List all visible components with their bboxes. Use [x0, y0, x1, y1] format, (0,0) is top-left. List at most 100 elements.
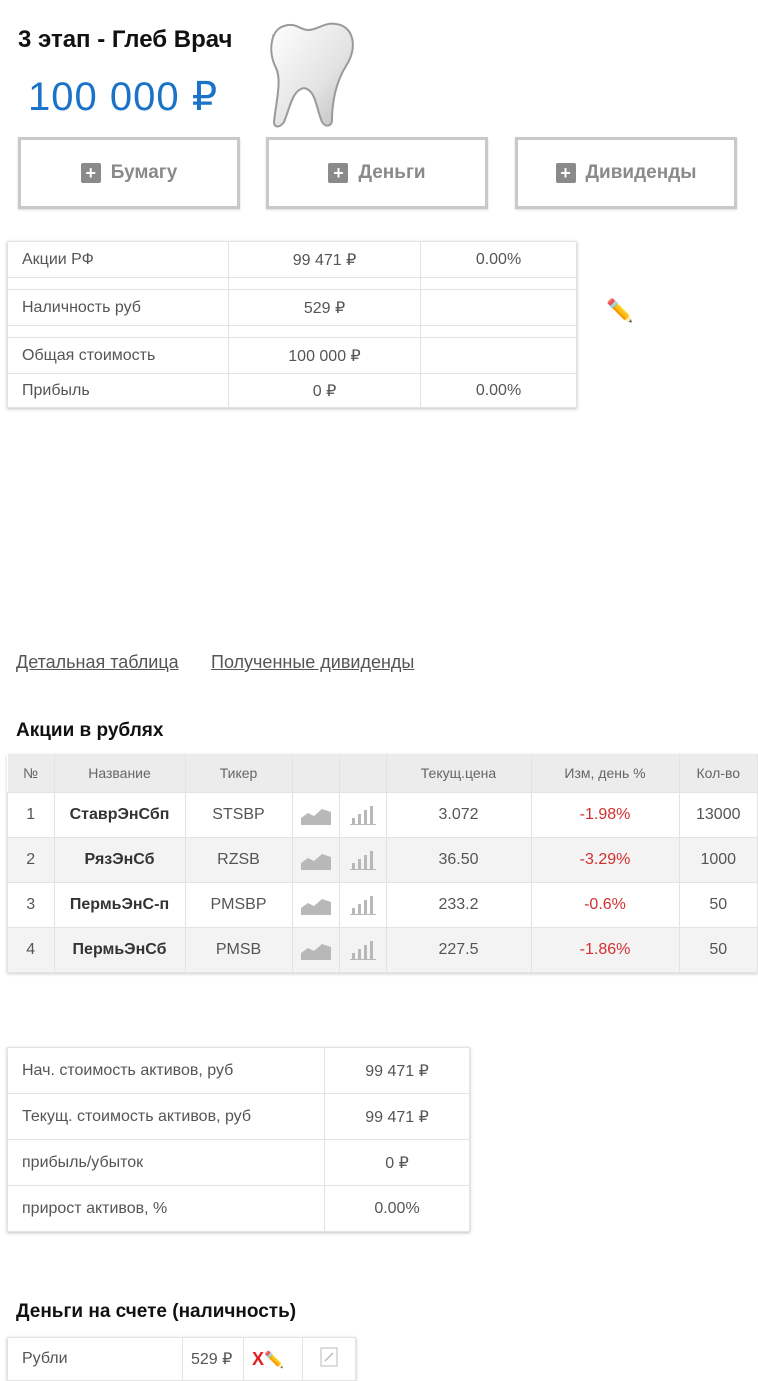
cash-actions: X✏️ — [243, 1337, 303, 1381]
stock-ticker: PMSBP — [184, 882, 293, 928]
stock-ticker: PMSB — [184, 927, 293, 973]
summary-label: Общая стоимость — [7, 337, 229, 374]
summary-spacer — [7, 277, 577, 290]
summary-value: 0 ₽ — [228, 373, 421, 408]
assets-row: Текущ. стоимость активов, руб 99 471 ₽ — [7, 1093, 470, 1140]
assets-table: Нач. стоимость активов, руб 99 471 ₽ Тек… — [7, 1047, 470, 1232]
tooth-icon — [270, 22, 354, 128]
summary-pct: 0.00% — [420, 373, 577, 408]
summary-pct: 0.00% — [420, 241, 577, 278]
bar-chart-icon[interactable] — [338, 927, 387, 973]
row-number: 2 — [7, 837, 55, 883]
received-dividends-link[interactable]: Полученные дивиденды — [211, 652, 414, 673]
bar-chart-icon[interactable] — [338, 837, 387, 883]
assets-row: Нач. стоимость активов, руб 99 471 ₽ — [7, 1047, 470, 1094]
summary-row: Наличность руб 529 ₽ — [7, 289, 577, 326]
cash-section-title: Деньги на счете (наличность) — [16, 1301, 297, 1322]
summary-label: Акции РФ — [7, 241, 229, 278]
stocks-header-row: № Название Тикер Текущ.цена Изм, день % … — [7, 754, 758, 793]
plus-icon: + — [555, 163, 576, 183]
col-header-chart — [292, 754, 340, 793]
stock-qty: 50 — [678, 882, 758, 928]
row-number: 3 — [7, 882, 55, 928]
assets-row: прибыль/убыток 0 ₽ — [7, 1139, 470, 1186]
summary-table: Акции РФ 99 471 ₽ 0.00% Наличность руб 5… — [7, 241, 577, 408]
table-row: 4 ПермьЭнСб PMSB 227.5 -1.86% 50 — [7, 927, 758, 973]
plus-icon: + — [328, 163, 349, 183]
stock-change: -1.98% — [530, 792, 680, 838]
assets-label: прибыль/убыток — [7, 1139, 325, 1186]
assets-label: Текущ. стоимость активов, руб — [7, 1093, 325, 1140]
note-icon[interactable] — [302, 1337, 356, 1381]
add-paper-button[interactable]: + Бумагу — [18, 137, 240, 209]
summary-spacer — [7, 325, 577, 338]
stock-price: 36.50 — [385, 837, 532, 883]
stock-name[interactable]: СтаврЭнСбп — [53, 792, 186, 838]
assets-value: 99 471 ₽ — [324, 1093, 470, 1140]
col-header-bars — [339, 754, 387, 793]
stock-name[interactable]: ПермьЭнС-п — [53, 882, 186, 928]
assets-value: 0.00% — [324, 1185, 470, 1232]
col-header-ticker[interactable]: Тикер — [185, 754, 293, 793]
stock-price: 227.5 — [385, 927, 532, 973]
stock-ticker: RZSB — [184, 837, 293, 883]
assets-label: прирост активов, % — [7, 1185, 325, 1232]
add-paper-label: Бумагу — [110, 162, 178, 183]
stock-name[interactable]: ПермьЭнСб — [53, 927, 186, 973]
stock-qty: 50 — [678, 927, 758, 973]
summary-value: 529 ₽ — [228, 289, 421, 326]
delete-icon[interactable]: X — [252, 1349, 264, 1369]
summary-pct — [420, 289, 577, 326]
summary-row: Прибыль 0 ₽ 0.00% — [7, 373, 577, 408]
stock-qty: 13000 — [678, 792, 758, 838]
bar-chart-icon[interactable] — [338, 882, 387, 928]
summary-row: Акции РФ 99 471 ₽ 0.00% — [7, 241, 577, 278]
row-number: 4 — [7, 927, 55, 973]
col-header-number: № — [7, 754, 55, 793]
table-row: 1 СтаврЭнСбп STSBP 3.072 -1.98% 13000 — [7, 792, 758, 838]
add-money-label: Деньги — [358, 162, 426, 183]
summary-pct — [420, 337, 577, 374]
summary-label: Наличность руб — [7, 289, 229, 326]
stock-change: -1.86% — [530, 927, 680, 973]
summary-row: Общая стоимость 100 000 ₽ — [7, 337, 577, 374]
stock-qty: 1000 — [678, 837, 758, 883]
table-row: 2 РязЭнСб RZSB 36.50 -3.29% 1000 — [7, 837, 758, 883]
add-money-button[interactable]: + Деньги — [266, 137, 488, 209]
col-header-qty[interactable]: Кол-во — [679, 754, 758, 793]
area-chart-icon[interactable] — [291, 792, 340, 838]
stock-name[interactable]: РязЭнСб — [53, 837, 186, 883]
area-chart-icon[interactable] — [291, 927, 340, 973]
assets-row: прирост активов, % 0.00% — [7, 1185, 470, 1232]
cash-label: Рубли — [7, 1337, 183, 1381]
assets-value: 0 ₽ — [324, 1139, 470, 1186]
area-chart-icon[interactable] — [291, 882, 340, 928]
edit-pencil-icon[interactable]: ✏️ — [606, 298, 633, 324]
stock-price: 233.2 — [385, 882, 532, 928]
page-title: 3 этап - Глеб Врач — [18, 26, 233, 53]
col-header-price[interactable]: Текущ.цена — [386, 754, 532, 793]
add-dividends-label: Дивиденды — [585, 162, 697, 183]
add-dividends-button[interactable]: + Дивиденды — [515, 137, 737, 209]
detail-table-link[interactable]: Детальная таблица — [16, 652, 179, 673]
cash-table: Рубли 529 ₽ X✏️ — [7, 1337, 356, 1381]
row-number: 1 — [7, 792, 55, 838]
stock-change: -3.29% — [530, 837, 680, 883]
table-row: 3 ПермьЭнС-п PMSBP 233.2 -0.6% 50 — [7, 882, 758, 928]
plus-icon: + — [80, 163, 101, 183]
stock-ticker: STSBP — [184, 792, 293, 838]
cash-value: 529 ₽ — [182, 1337, 244, 1381]
edit-pencil-icon[interactable]: ✏️ — [264, 1352, 284, 1369]
summary-value: 99 471 ₽ — [228, 241, 421, 278]
portfolio-amount: 100 000 ₽ — [28, 75, 219, 119]
stock-change: -0.6% — [530, 882, 680, 928]
area-chart-icon[interactable] — [291, 837, 340, 883]
assets-label: Нач. стоимость активов, руб — [7, 1047, 325, 1094]
col-header-change[interactable]: Изм, день % — [531, 754, 680, 793]
stocks-section-title: Акции в рублях — [16, 720, 164, 741]
summary-label: Прибыль — [7, 373, 229, 408]
col-header-name[interactable]: Название — [54, 754, 186, 793]
bar-chart-icon[interactable] — [338, 792, 387, 838]
stocks-table: № Название Тикер Текущ.цена Изм, день % … — [7, 754, 758, 973]
stock-price: 3.072 — [385, 792, 532, 838]
